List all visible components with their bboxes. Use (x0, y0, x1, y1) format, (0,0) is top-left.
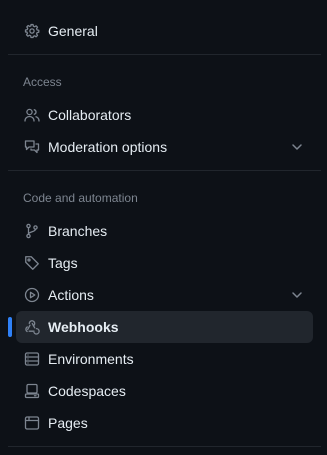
chevron-down-icon[interactable] (289, 139, 305, 155)
sidebar-item-label: Actions (48, 287, 94, 303)
sidebar-item-webhooks[interactable]: Webhooks (8, 311, 313, 343)
sidebar-item-label: General (48, 23, 98, 39)
chevron-down-icon[interactable] (289, 287, 305, 303)
comment-discussion-icon (24, 139, 40, 155)
sidebar-item-pages[interactable]: Pages (16, 407, 313, 439)
sidebar-item-general[interactable]: General (16, 15, 313, 47)
tag-icon (24, 255, 40, 271)
section-heading-access: Access (23, 75, 62, 89)
play-icon (24, 287, 40, 303)
sidebar-item-branches[interactable]: Branches (16, 215, 313, 247)
sidebar-item-label: Webhooks (48, 319, 119, 335)
sidebar-item-codespaces[interactable]: Codespaces (16, 375, 313, 407)
settings-sidebar: General Access Collaborators Moderation … (0, 0, 327, 455)
sidebar-item-label: Tags (48, 255, 78, 271)
sidebar-item-label: Branches (48, 223, 108, 239)
sidebar-item-label: Environments (48, 351, 134, 367)
codespaces-icon (24, 383, 40, 399)
section-divider (8, 170, 321, 171)
browser-icon (24, 415, 40, 431)
git-branch-icon (24, 223, 40, 239)
sidebar-item-collaborators[interactable]: Collaborators (16, 99, 313, 131)
gear-icon (24, 23, 40, 39)
sidebar-item-label: Codespaces (48, 383, 126, 399)
sidebar-item-label: Pages (48, 415, 88, 431)
sidebar-item-environments[interactable]: Environments (16, 343, 313, 375)
sidebar-item-actions[interactable]: Actions (16, 279, 313, 311)
sidebar-item-label: Moderation options (48, 139, 168, 155)
section-divider (8, 446, 321, 447)
sidebar-item-label: Collaborators (48, 107, 132, 123)
webhook-icon (24, 319, 40, 335)
people-icon (24, 107, 40, 123)
sidebar-item-moderation-options[interactable]: Moderation options (16, 131, 313, 163)
section-heading-code-and-automation: Code and automation (23, 191, 138, 205)
sidebar-item-tags[interactable]: Tags (16, 247, 313, 279)
section-divider (8, 54, 321, 55)
server-icon (24, 351, 40, 367)
active-indicator (8, 317, 12, 337)
